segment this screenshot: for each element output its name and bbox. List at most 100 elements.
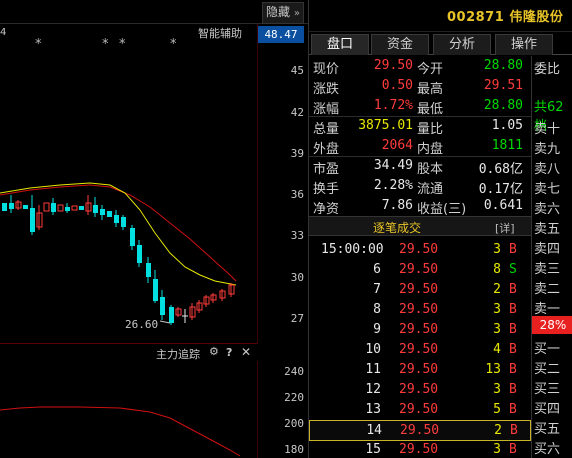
hide-label: 隐藏 xyxy=(266,5,291,19)
quote-row: 外盘 2064 内盘 1811 xyxy=(309,136,531,157)
help-icon[interactable]: ? xyxy=(226,346,232,359)
trade-time: 8 xyxy=(373,302,381,317)
quote-panel: 002871 伟隆股份 盘口 资金 分析 操作 现价 29.50 今开 28.80 涨跌… xyxy=(308,0,572,458)
trade-time: 7 xyxy=(373,282,381,297)
quote-label: 现价 xyxy=(313,62,340,77)
quote-row: 市盈 34.49 股本 0.68亿 xyxy=(309,156,531,177)
trade-price: 29.50 xyxy=(399,302,439,317)
trade-price: 29.50 xyxy=(399,382,439,397)
trade-row[interactable]: 15:00:00 29.50 3 B xyxy=(309,240,531,261)
trade-direction: B xyxy=(509,342,517,357)
quote-label: 市盈 xyxy=(313,162,340,177)
tab-handicap[interactable]: 盘口 xyxy=(311,34,369,55)
trade-row[interactable]: 14 29.50 2 B xyxy=(309,420,531,441)
quote-label: 收益(三) xyxy=(417,202,467,217)
sell-level-label: 卖七 xyxy=(534,182,561,197)
quote-value: 28.80 xyxy=(483,98,523,113)
trade-time: 11 xyxy=(365,362,381,377)
buy-level-label: 买一 xyxy=(534,342,561,357)
buy-level-label: 买二 xyxy=(534,362,561,377)
quote-value: 29.51 xyxy=(483,78,523,93)
y-tick: 33 xyxy=(290,229,304,242)
quote-value: 1811 xyxy=(491,138,523,153)
quote-label: 内盘 xyxy=(417,142,444,157)
trade-price: 29.50 xyxy=(399,342,439,357)
quote-label: 最低 xyxy=(417,102,444,117)
trade-direction: B xyxy=(510,423,518,438)
trade-price: 29.50 xyxy=(400,423,440,438)
trade-row[interactable]: 12 29.50 3 B xyxy=(309,380,531,401)
quote-value: 2.28% xyxy=(373,178,413,193)
trade-price: 29.50 xyxy=(399,282,439,297)
trade-row[interactable]: 13 29.50 5 B xyxy=(309,400,531,421)
trade-volume: 13 xyxy=(485,362,501,377)
sub-y-tick: 200 xyxy=(284,417,304,430)
trade-volume: 3 xyxy=(493,242,501,257)
trades-header: 逐笔成交 [详] xyxy=(309,216,531,236)
panel-tabs: 盘口 资金 分析 操作 xyxy=(309,33,572,55)
trade-row[interactable]: 8 29.50 3 B xyxy=(309,300,531,321)
tab-analysis[interactable]: 分析 xyxy=(433,34,491,55)
quote-separator xyxy=(309,156,531,157)
quote-row: 总量 3875.01 量比 1.05 xyxy=(309,116,531,137)
stock-header: 002871 伟隆股份 xyxy=(309,0,572,32)
low-pointer xyxy=(159,320,171,324)
close-icon[interactable]: ✕ xyxy=(241,345,251,359)
tracker-plot[interactable] xyxy=(0,362,257,458)
sell-level-label: 卖四 xyxy=(534,242,561,257)
quote-label: 涨跌 xyxy=(313,82,340,97)
ma-long-line xyxy=(0,184,237,282)
trade-time: 15 xyxy=(365,442,381,457)
quote-label: 最高 xyxy=(417,82,444,97)
trade-price: 29.50 xyxy=(399,322,439,337)
sell-level-label: 卖九 xyxy=(534,142,561,157)
stock-name: 伟隆股份 xyxy=(509,10,564,25)
quote-value: 29.50 xyxy=(373,58,413,73)
tracker-line xyxy=(0,406,241,457)
y-tick: 45 xyxy=(290,64,304,77)
smart-aid-button[interactable]: 智能辅助 xyxy=(198,25,242,41)
quote-label: 股本 xyxy=(417,162,444,177)
trade-volume: 2 xyxy=(494,423,502,438)
order-ratio-value: 28% xyxy=(532,316,572,334)
trade-price: 29.50 xyxy=(399,362,439,377)
gear-icon[interactable]: ⚙ xyxy=(209,345,219,358)
double-chevron-right-icon: » xyxy=(293,8,300,19)
stock-code: 002871 xyxy=(447,10,505,25)
trade-row[interactable]: 15 29.50 3 B xyxy=(309,440,531,458)
trade-row[interactable]: 6 29.50 8 S xyxy=(309,260,531,281)
candlestick-plot[interactable] xyxy=(0,45,257,343)
trades-detail-link[interactable]: [详] xyxy=(495,220,515,236)
quote-label: 流通 xyxy=(417,182,444,197)
quote-label: 外盘 xyxy=(313,142,340,157)
trade-time: 10 xyxy=(365,342,381,357)
buy-level-label: 买六 xyxy=(534,442,561,457)
ma-short-line xyxy=(0,182,237,286)
trade-price: 29.50 xyxy=(399,242,439,257)
trade-row[interactable]: 7 29.50 2 B xyxy=(309,280,531,301)
trade-volume: 3 xyxy=(493,442,501,457)
quote-row: 换手 2.28% 流通 0.17亿 xyxy=(309,176,531,197)
tab-operation[interactable]: 操作 xyxy=(495,34,553,55)
main-force-tracker-label[interactable]: 主力追踪 xyxy=(156,346,200,362)
trades-title: 逐笔成交 xyxy=(373,221,422,235)
order-ratio-label: 委比 xyxy=(534,62,561,77)
quote-value: 0.17亿 xyxy=(478,182,523,197)
hide-panel-button[interactable]: 隐藏 » xyxy=(262,2,304,24)
trade-time: 13 xyxy=(365,402,381,417)
quote-value: 28.80 xyxy=(483,58,523,73)
trade-row[interactable]: 9 29.50 3 B xyxy=(309,320,531,341)
sell-level-label: 卖五 xyxy=(534,222,561,237)
quote-label: 涨幅 xyxy=(313,102,340,117)
trade-row[interactable]: 11 29.50 13 B xyxy=(309,360,531,381)
stock-title: 002871 伟隆股份 xyxy=(447,6,563,25)
kline-chart-area[interactable]: 隐藏 » 4 智能辅助 48.47 * * * * 45 42 39 36 33… xyxy=(0,0,308,458)
trade-direction: S xyxy=(509,262,517,277)
trade-row[interactable]: 10 29.50 4 B xyxy=(309,340,531,361)
sell-level-label: 卖十 xyxy=(534,122,561,137)
tab-funds[interactable]: 资金 xyxy=(371,34,429,55)
trade-direction: B xyxy=(509,282,517,297)
quote-row: 现价 29.50 今开 28.80 xyxy=(309,56,531,77)
sell-level-label: 卖一 xyxy=(534,302,561,317)
quote-row: 净资 7.86 收益(三) 0.641 xyxy=(309,196,531,217)
